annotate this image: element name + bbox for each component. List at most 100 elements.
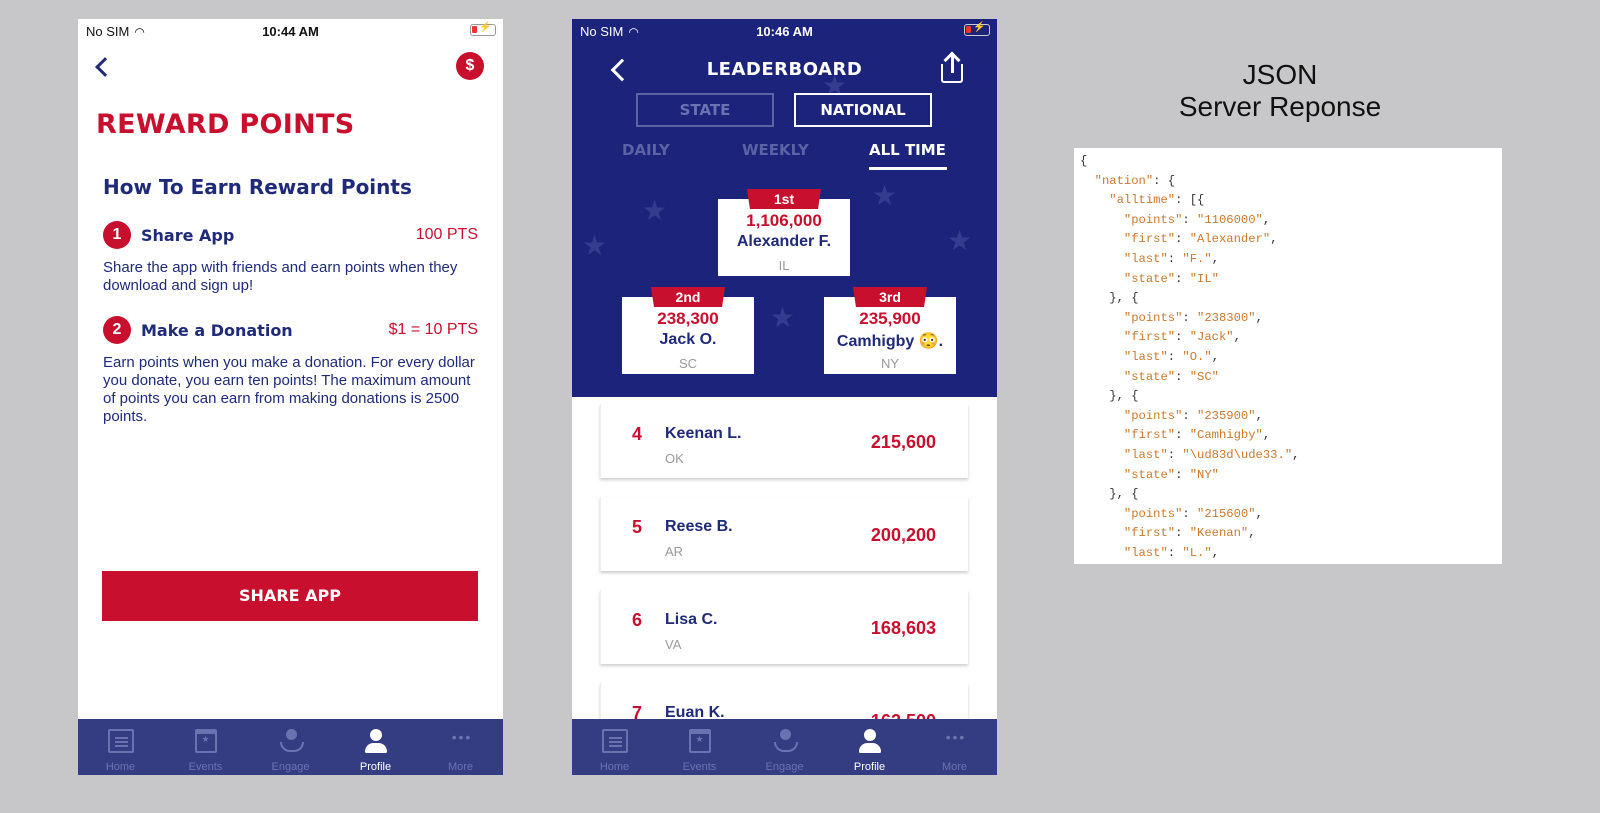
tab-home[interactable]: Home <box>572 719 657 775</box>
podium-name: Camhigby 😳. <box>836 333 944 350</box>
tab-engage[interactable]: Engage <box>248 719 333 775</box>
user-points: 200,200 <box>870 525 936 545</box>
back-button[interactable] <box>95 57 115 77</box>
user-points: 168,603 <box>870 618 936 638</box>
star-decoration-icon: ★ <box>872 180 898 211</box>
podium-name: Alexander F. <box>736 233 832 250</box>
podium-third-place: 3rd 235,900 Camhigby 😳. NY <box>824 287 956 374</box>
rank-number: 4 <box>632 424 643 444</box>
page-title: REWARD POINTS <box>96 109 355 140</box>
tab-daily[interactable]: DAILY <box>622 141 670 159</box>
earn-item-name: Make a Donation <box>141 321 293 340</box>
dollar-icon[interactable]: $ <box>456 52 484 80</box>
user-points: 215,600 <box>870 432 936 452</box>
tab-label: More <box>941 761 968 773</box>
user-state: AR <box>665 544 684 559</box>
rank-number: 5 <box>632 517 643 537</box>
tab-more[interactable]: More <box>418 719 503 775</box>
place-ribbon: 1st <box>747 189 821 209</box>
user-state: VA <box>665 637 682 652</box>
json-heading: JSON Server Reponse <box>1130 59 1430 123</box>
json-heading-line2: Server Reponse <box>1178 91 1382 122</box>
leaderboard-header: ★ ★ ★ ★ ★ ★ No SIM ◠ 10:46 AM LEADERBOAR… <box>572 19 997 397</box>
hand-globe-icon <box>772 729 798 753</box>
podium-points: 235,900 <box>859 309 921 328</box>
tab-profile[interactable]: Profile <box>827 719 912 775</box>
podium-second-place: 2nd 238,300 Jack O. SC <box>622 287 754 374</box>
page-title: LEADERBOARD <box>706 59 863 80</box>
list-icon <box>107 729 134 753</box>
tab-state[interactable]: STATE <box>636 93 774 127</box>
tab-label: Profile <box>359 761 392 773</box>
earn-item-name: Share App <box>141 226 235 245</box>
place-ribbon: 3rd <box>853 287 927 307</box>
list-item[interactable]: 6 Lisa C. VA 168,603 <box>600 590 968 664</box>
earn-item-description: Earn points when you make a donation. Fo… <box>103 354 475 425</box>
star-decoration-icon: ★ <box>947 225 973 256</box>
reward-points-screen: No SIM ◠ 10:44 AM $ REWARD POINTS How To… <box>78 19 503 775</box>
podium-state: NY <box>880 356 900 371</box>
tab-all-time[interactable]: ALL TIME <box>869 141 946 159</box>
tab-label: Profile <box>853 761 886 773</box>
podium-first-place: 1st 1,106,000 Alexander F. IL <box>718 189 850 276</box>
tab-label: Events <box>188 761 223 773</box>
user-name: Reese B. <box>665 518 733 535</box>
status-bar: No SIM ◠ 10:44 AM <box>78 19 503 43</box>
battery-icon <box>470 22 496 36</box>
share-icon[interactable] <box>941 51 963 83</box>
json-code-block: { "nation": { "alltime": [{ "points": "1… <box>1080 154 1300 560</box>
user-name: Lisa C. <box>665 611 718 628</box>
star-decoration-icon: ★ <box>582 230 608 261</box>
active-tab-indicator <box>869 167 947 170</box>
user-name: Keenan L. <box>665 425 742 442</box>
list-icon <box>601 729 628 753</box>
user-state: OK <box>665 451 684 466</box>
calendar-star-icon <box>688 729 711 753</box>
tab-bar: Home Events Engage Profile More <box>572 719 997 775</box>
tab-label: Home <box>599 761 630 773</box>
person-icon <box>857 729 883 753</box>
tab-more[interactable]: More <box>912 719 997 775</box>
star-decoration-icon: ★ <box>770 302 796 333</box>
tab-label: More <box>447 761 474 773</box>
section-heading: How To Earn Reward Points <box>103 175 412 199</box>
step-number-badge: 1 <box>103 221 131 249</box>
podium-points: 1,106,000 <box>746 211 822 230</box>
person-icon <box>363 729 389 753</box>
more-dots-icon <box>942 729 968 753</box>
status-time: 10:46 AM <box>756 24 813 39</box>
battery-icon <box>964 22 990 36</box>
tab-label: Events <box>682 761 717 773</box>
more-dots-icon <box>448 729 474 753</box>
step-number-badge: 2 <box>103 316 131 344</box>
list-item[interactable]: 4 Keenan L. OK 215,600 <box>600 404 968 478</box>
podium-name: Jack O. <box>659 331 717 348</box>
tab-national[interactable]: NATIONAL <box>794 93 932 127</box>
status-time: 10:44 AM <box>262 24 319 39</box>
leaderboard-screen: ★ ★ ★ ★ ★ ★ No SIM ◠ 10:46 AM LEADERBOAR… <box>572 19 997 775</box>
rank-number: 6 <box>632 610 643 630</box>
tab-events[interactable]: Events <box>163 719 248 775</box>
podium-state: SC <box>678 356 698 371</box>
json-heading-line1: JSON <box>1242 59 1318 90</box>
tab-label: Engage <box>765 761 804 773</box>
tab-engage[interactable]: Engage <box>742 719 827 775</box>
share-app-button[interactable]: SHARE APP <box>102 571 478 621</box>
podium-points: 238,300 <box>657 309 719 328</box>
list-item[interactable]: 5 Reese B. AR 200,200 <box>600 497 968 571</box>
calendar-star-icon <box>194 729 217 753</box>
tab-events[interactable]: Events <box>657 719 742 775</box>
hand-globe-icon <box>278 729 304 753</box>
tab-label: Engage <box>271 761 310 773</box>
tab-label: Home <box>105 761 136 773</box>
place-ribbon: 2nd <box>651 287 725 307</box>
earn-item-points: $1 = 10 PTS <box>388 321 478 338</box>
tab-home[interactable]: Home <box>78 719 163 775</box>
tab-weekly[interactable]: WEEKLY <box>742 141 809 159</box>
podium-state: IL <box>778 258 790 273</box>
json-response-panel: { "nation": { "alltime": [{ "points": "1… <box>1074 148 1502 564</box>
star-decoration-icon: ★ <box>642 195 668 226</box>
tab-profile[interactable]: Profile <box>333 719 418 775</box>
earn-item-points: 100 PTS <box>415 226 478 243</box>
status-bar: No SIM ◠ 10:46 AM <box>572 19 997 43</box>
